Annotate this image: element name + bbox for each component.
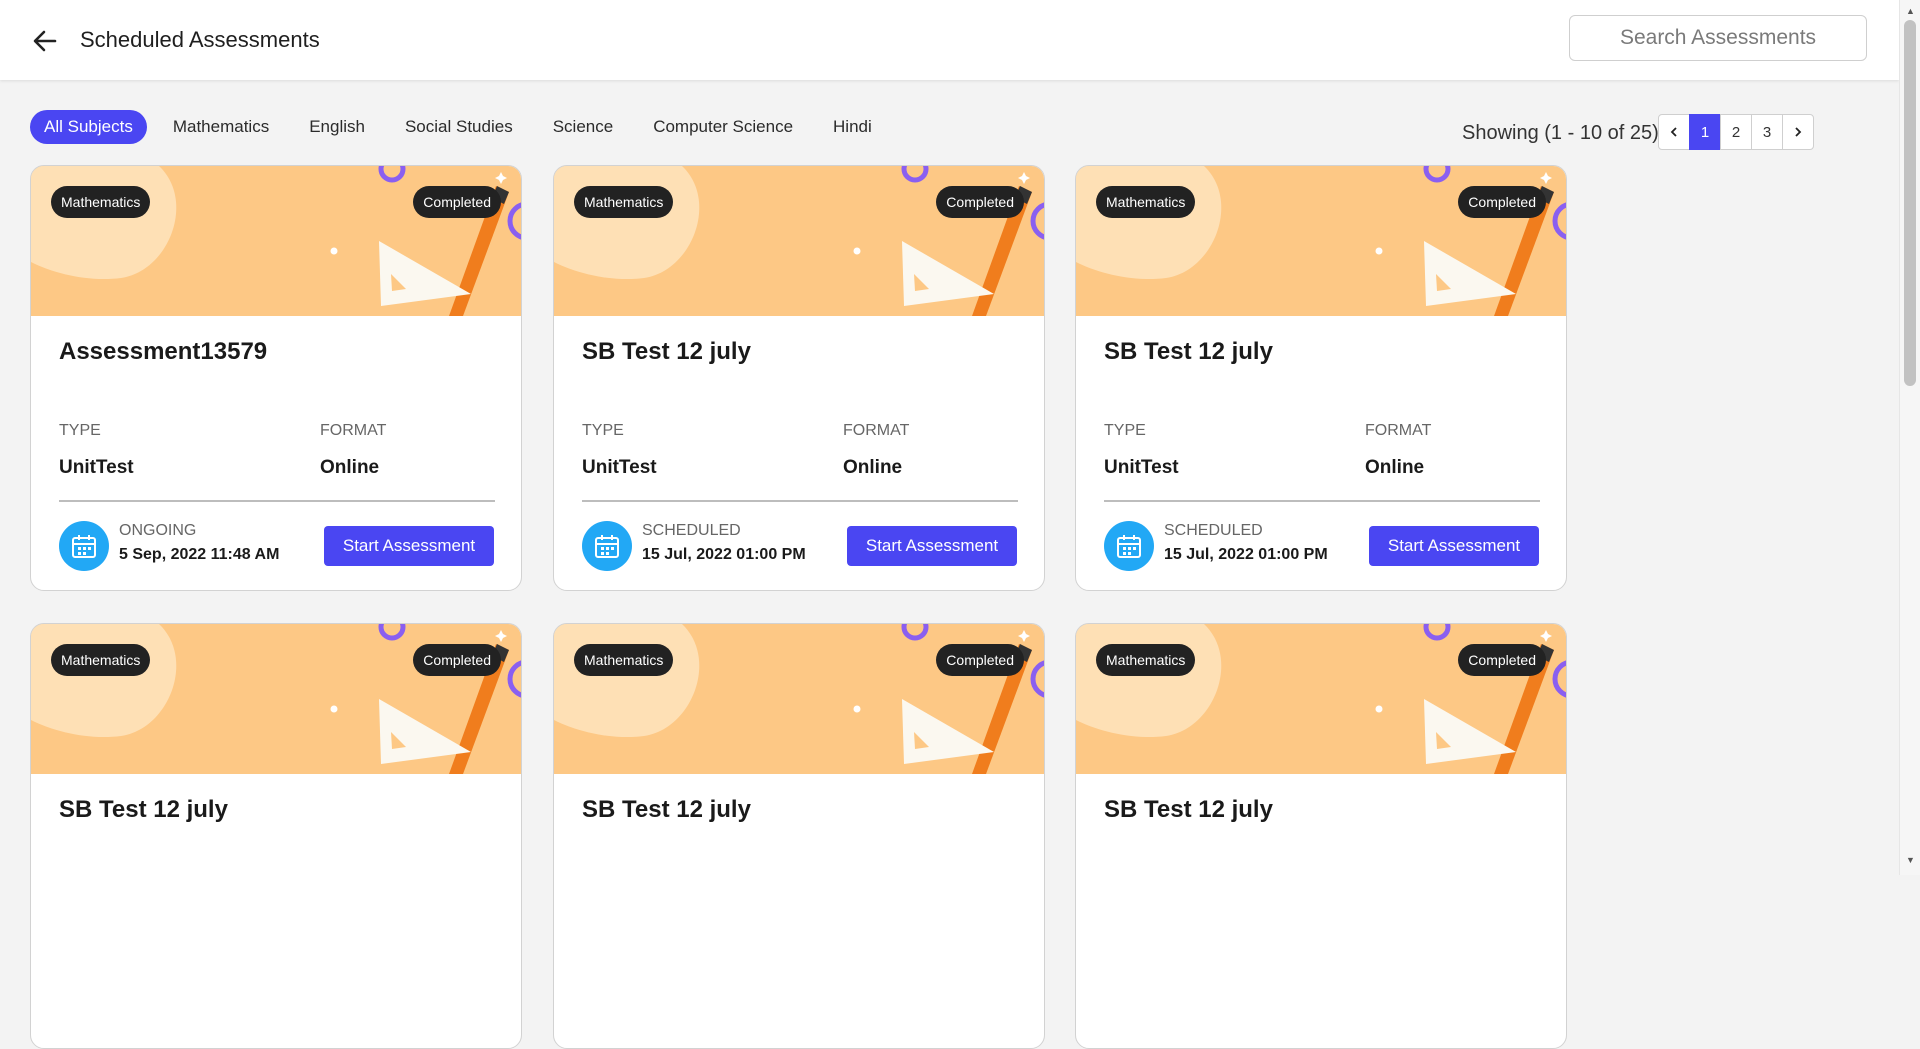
top-header: Scheduled Assessments (0, 0, 1899, 80)
assessment-title: SB Test 12 july (1104, 796, 1273, 823)
filter-hindi[interactable]: Hindi (819, 110, 886, 144)
arrow-left-icon (33, 30, 57, 52)
results-count: Showing (1 - 10 of 25) (1462, 122, 1659, 144)
status-badge: Completed (936, 186, 1024, 218)
card-divider (1104, 500, 1540, 502)
assessment-card[interactable]: Mathematics Completed SB Test 12 july (1075, 623, 1567, 1049)
card-divider (59, 500, 495, 502)
start-assessment-button[interactable]: Start Assessment (1369, 526, 1539, 566)
status-badge: Completed (1458, 644, 1546, 676)
assessment-title: SB Test 12 july (582, 338, 751, 365)
subject-badge: Mathematics (574, 186, 674, 218)
type-value: UnitTest (582, 457, 657, 478)
type-label: TYPE (59, 422, 101, 439)
page-scrollbar[interactable]: ▲ ▼ (1899, 0, 1920, 875)
assessment-state: SCHEDULED (1164, 522, 1263, 539)
assessment-state: ONGOING (119, 522, 197, 539)
scroll-thumb[interactable] (1904, 20, 1916, 386)
type-value: UnitTest (59, 457, 134, 478)
assessment-date: 5 Sep, 2022 11:48 AM (119, 546, 280, 563)
filter-computer-science[interactable]: Computer Science (639, 110, 807, 144)
chevron-left-icon (1670, 127, 1677, 137)
start-assessment-button[interactable]: Start Assessment (847, 526, 1017, 566)
type-value: UnitTest (1104, 457, 1179, 478)
assessment-card[interactable]: Mathematics Completed SB Test 12 july TY… (553, 165, 1045, 591)
format-label: FORMAT (843, 422, 910, 439)
pagination: 1 2 3 (1658, 114, 1814, 150)
start-assessment-button[interactable]: Start Assessment (324, 526, 494, 566)
format-label: FORMAT (1365, 422, 1432, 439)
filter-social-studies[interactable]: Social Studies (391, 110, 527, 144)
assessment-date: 15 Jul, 2022 01:00 PM (642, 546, 806, 563)
format-value: Online (320, 457, 380, 478)
scroll-up-arrow-icon[interactable]: ▲ (1906, 6, 1915, 16)
type-label: TYPE (582, 422, 624, 439)
status-badge: Completed (413, 186, 501, 218)
assessment-card[interactable]: Mathematics Completed SB Test 12 july (553, 623, 1045, 1049)
scroll-down-arrow-icon[interactable]: ▼ (1906, 855, 1915, 865)
filter-english[interactable]: English (295, 110, 379, 144)
assessment-title: SB Test 12 july (582, 796, 751, 823)
status-badge: Completed (936, 644, 1024, 676)
subject-badge: Mathematics (51, 644, 151, 676)
chevron-right-icon (1795, 127, 1802, 137)
subject-badge: Mathematics (574, 644, 674, 676)
assessment-title: SB Test 12 july (1104, 338, 1273, 365)
filter-mathematics[interactable]: Mathematics (159, 110, 283, 144)
subject-badge: Mathematics (1096, 644, 1196, 676)
search-input[interactable] (1569, 15, 1867, 61)
page-button-3[interactable]: 3 (1751, 114, 1783, 150)
card-divider (582, 500, 1018, 502)
page-button-1[interactable]: 1 (1689, 114, 1721, 150)
assessment-title: Assessment13579 (59, 338, 268, 365)
assessment-card[interactable]: Mathematics Completed Assessment13579 TY… (30, 165, 522, 591)
filter-all-subjects[interactable]: All Subjects (30, 110, 147, 144)
subject-badge: Mathematics (1096, 186, 1196, 218)
type-label: TYPE (1104, 422, 1146, 439)
format-value: Online (843, 457, 903, 478)
next-page-button[interactable] (1782, 114, 1814, 150)
status-badge: Completed (1458, 186, 1546, 218)
assessment-card[interactable]: Mathematics Completed SB Test 12 july (30, 623, 522, 1049)
calendar-icon (59, 521, 109, 571)
back-button[interactable] (30, 26, 60, 56)
subject-filter-bar: All Subjects Mathematics English Social … (30, 110, 898, 144)
status-badge: Completed (413, 644, 501, 676)
subject-badge: Mathematics (51, 186, 151, 218)
page-title: Scheduled Assessments (80, 27, 320, 52)
format-value: Online (1365, 457, 1425, 478)
filter-science[interactable]: Science (539, 110, 627, 144)
assessment-state: SCHEDULED (642, 522, 741, 539)
format-label: FORMAT (320, 422, 387, 439)
assessment-title: SB Test 12 july (59, 796, 228, 823)
page-button-2[interactable]: 2 (1720, 114, 1752, 150)
assessment-date: 15 Jul, 2022 01:00 PM (1164, 546, 1328, 563)
assessment-card[interactable]: Mathematics Completed SB Test 12 july TY… (1075, 165, 1567, 591)
calendar-icon (582, 521, 632, 571)
prev-page-button[interactable] (1658, 114, 1690, 150)
calendar-icon (1104, 521, 1154, 571)
